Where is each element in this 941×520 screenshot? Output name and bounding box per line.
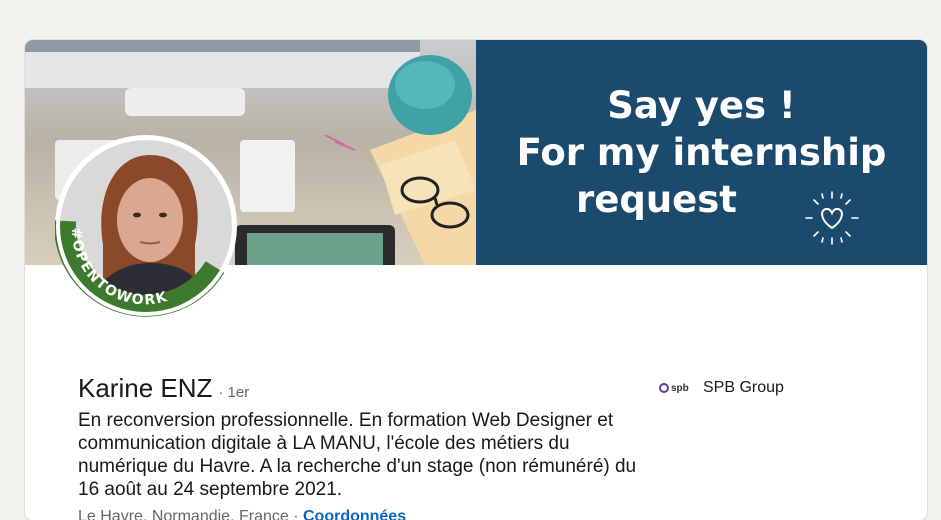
current-company[interactable]: spb SPB Group [659, 379, 784, 397]
profile-headline: En reconversion professionnelle. En form… [78, 410, 637, 500]
profile-avatar[interactable]: #OPENTOWORK [55, 135, 237, 317]
profile-name: Karine ENZ [78, 373, 213, 403]
banner-line-2: For my internship [516, 131, 887, 174]
banner-line-1: Say yes ! [607, 84, 796, 127]
location-separator: · [288, 508, 303, 520]
banner-message-panel: Say yes ! For my internship request [476, 40, 927, 265]
heart-icon [802, 188, 862, 248]
profile-name-row: Karine ENZ · 1er [78, 373, 249, 404]
location-row: Le Havre, Normandie, France · Coordonnée… [78, 508, 406, 520]
company-name: SPB Group [703, 379, 784, 396]
contact-info-link[interactable]: Coordonnées [303, 508, 406, 520]
profile-location: Le Havre, Normandie, France [78, 508, 289, 520]
company-logo: spb [659, 379, 689, 397]
company-logo-text: spb [671, 382, 689, 394]
connection-degree: · 1er [218, 384, 250, 401]
